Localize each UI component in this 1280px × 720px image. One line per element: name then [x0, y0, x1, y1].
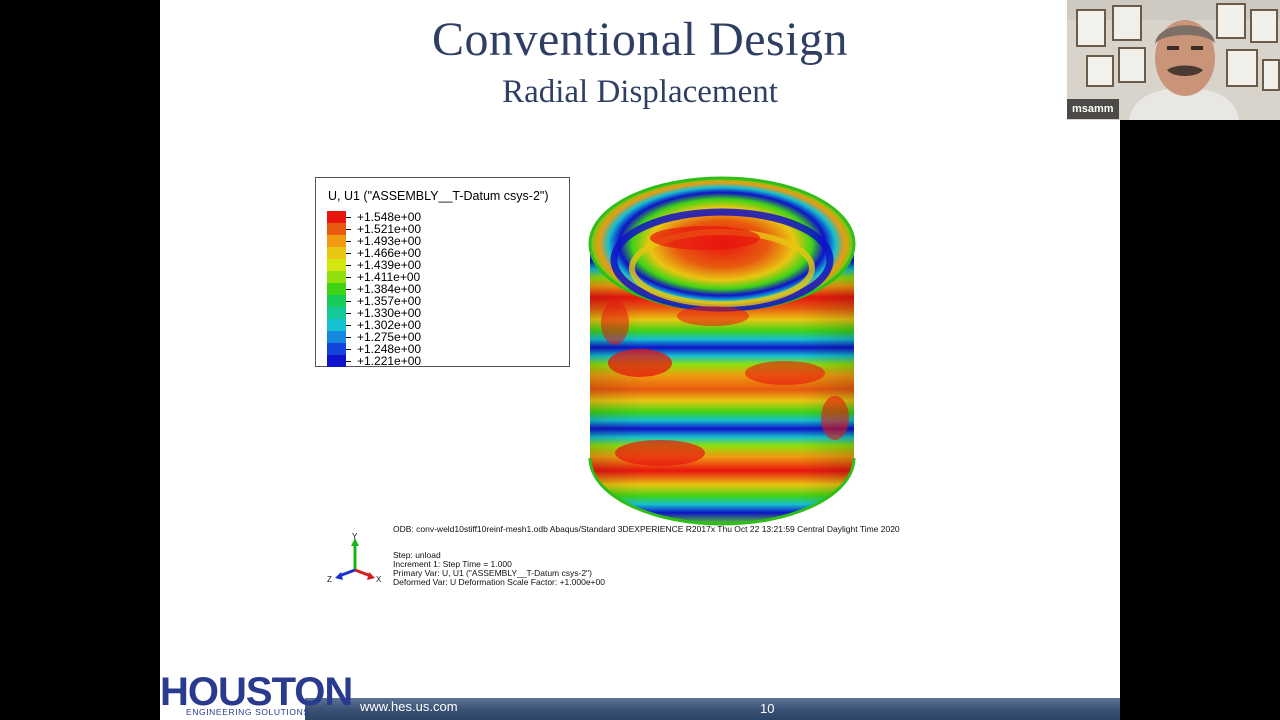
contour-legend: U, U1 ("ASSEMBLY__T-Datum csys-2") +1.54… [315, 177, 570, 368]
legend-swatch [327, 307, 346, 319]
legend-swatches [327, 211, 347, 367]
slide-title: Conventional Design [431, 13, 849, 66]
legend-title: U, U1 ("ASSEMBLY__T-Datum csys-2") [328, 189, 549, 203]
legend-swatch [327, 355, 346, 367]
step-info: Step: unload Increment 1: Step Time = 1.… [393, 551, 605, 587]
legend-swatch [327, 211, 346, 223]
legend-swatch [327, 331, 346, 343]
deformed-var-line: Deformed Var: U Deformation Scale Factor… [393, 577, 605, 587]
legend-swatch [327, 247, 346, 259]
logo-tagline: ENGINEERING SOLUTIONS [186, 707, 310, 717]
footer-url: www.hes.us.com [360, 699, 458, 714]
slide-subtitle: Radial Displacement [502, 74, 778, 110]
company-logo: HOUSTON ENGINEERING SOLUTIONS [160, 670, 353, 720]
legend-swatch [327, 283, 346, 295]
odb-info-line: ODB: conv-weld10stiff10reinf-mesh1.odb A… [393, 524, 900, 534]
legend-swatch [327, 271, 346, 283]
legend-swatch [327, 295, 346, 307]
legend-swatch [327, 319, 346, 331]
participant-video-tile[interactable]: msamm [1067, 0, 1280, 120]
legend-swatch [327, 235, 346, 247]
triad-y-label: Y [352, 532, 358, 541]
presentation-slide: Conventional Design Radial Displacement … [160, 0, 1120, 720]
axis-triad: Y Z X [327, 532, 382, 584]
triad-z-label: Z [327, 575, 332, 584]
participant-name-label: msamm [1067, 99, 1119, 119]
legend-swatch [327, 259, 346, 271]
legend-swatch [327, 223, 346, 235]
page-number: 10 [760, 701, 775, 716]
legend-swatch [327, 343, 346, 355]
triad-x-label: X [376, 575, 382, 584]
cylinder-contour-plot [588, 176, 856, 526]
legend-value: +1.221e+00 [357, 354, 422, 368]
